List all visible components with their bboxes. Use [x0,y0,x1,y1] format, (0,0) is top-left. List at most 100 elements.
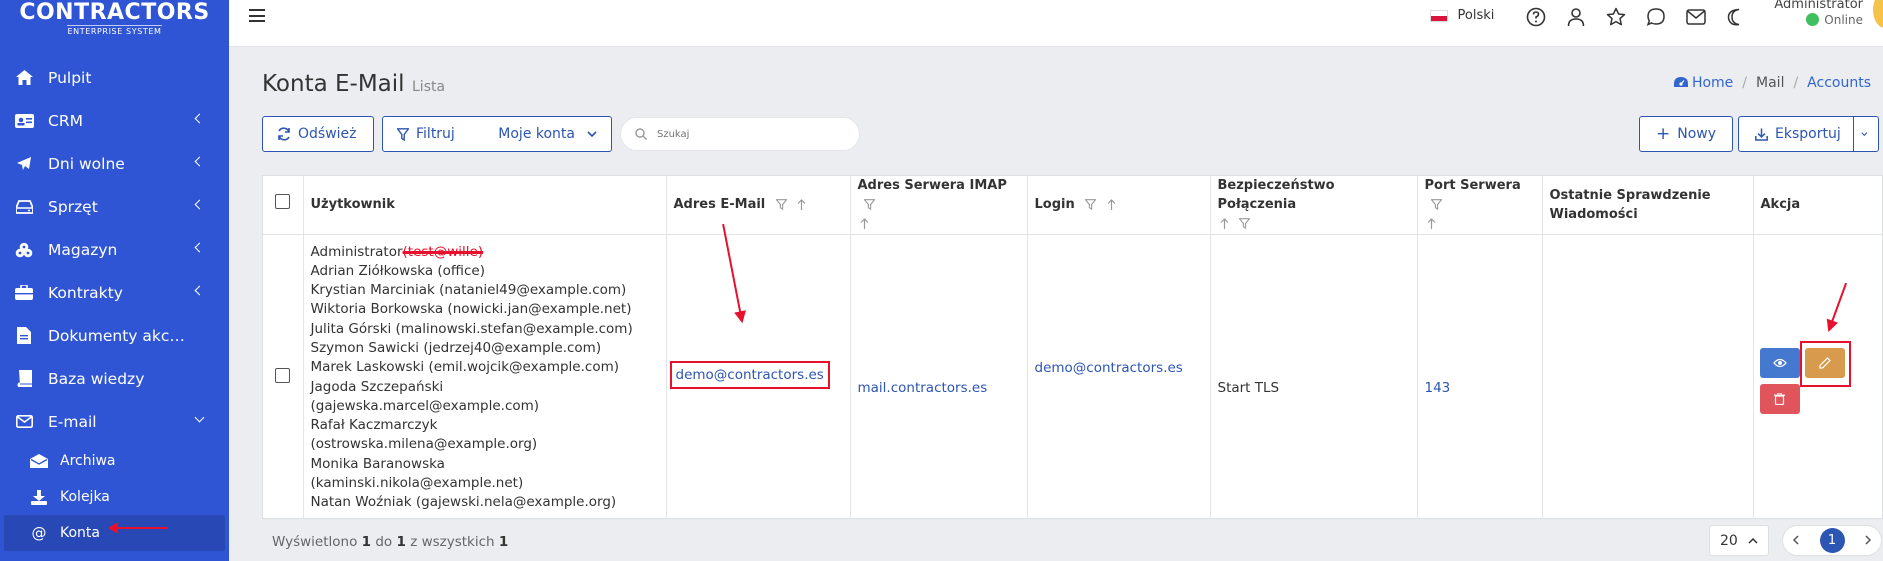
user-profile-icon[interactable] [1556,2,1596,32]
col-header-port[interactable]: Port Serwera [1417,176,1543,235]
at-icon: @ [31,524,47,542]
filter-icon[interactable] [775,199,787,211]
sidebar-item-label: Dokumenty akceptacji [48,326,222,345]
avatar[interactable] [1873,0,1883,28]
polish-flag-icon [1429,9,1448,22]
cell-port: 143 [1417,234,1543,518]
logo-tagline: ENTERPRISE SYSTEM [67,25,162,36]
view-button[interactable] [1759,347,1800,378]
sort-arrow-up-icon[interactable] [1427,218,1436,230]
sidebar-item-pulpit[interactable]: Pulpit [0,56,229,99]
star-icon[interactable] [1596,2,1636,32]
page-size-select[interactable]: 20 [1709,525,1769,556]
my-accounts-dropdown[interactable]: Moje konta [488,117,611,151]
file-icon [14,327,34,345]
chat-icon[interactable] [1636,2,1676,32]
filter-icon[interactable] [1239,218,1251,230]
annotation-arrow-konta [108,522,168,534]
sidebar-item-baza-wiedzy[interactable]: Baza wiedzy [0,357,229,400]
list-item: Monika Baranowska [310,455,445,472]
chevron-down-icon [587,131,597,137]
edit-button[interactable] [1804,347,1845,378]
cell-login: demo@contractors.es [1027,234,1211,518]
sidebar-item-magazyn[interactable]: Magazyn [0,228,229,271]
sidebar-item-label: Konta [60,525,100,541]
row-checkbox[interactable] [275,368,291,384]
new-label: Nowy [1677,126,1717,142]
export-label: Eksportuj [1775,126,1841,142]
port-link[interactable]: 143 [1425,380,1451,396]
search-box [620,117,860,151]
list-item: (gajewska.marcel@example.com) [310,397,540,414]
dashboard-icon [1673,77,1688,87]
envelope-icon [14,413,34,431]
imap-server-link[interactable]: mail.contractors.es [858,380,988,396]
sidebar-item-archiwa[interactable]: Archiwa [0,443,229,479]
select-all-checkbox[interactable] [275,194,291,210]
help-icon[interactable] [1516,2,1556,32]
cell-users: Administrator(test@wille) Adrian Ziółkow… [303,234,667,518]
next-page-button[interactable] [1865,534,1872,548]
list-item: Szymon Sawicki (jedrzej40@example.com) [310,339,602,356]
sort-arrow-up-icon[interactable] [1220,218,1229,230]
delete-button[interactable] [1759,383,1800,414]
refresh-button[interactable]: Odśwież [262,116,374,152]
refresh-icon [277,127,291,141]
filter-button[interactable]: Filtruj [383,117,469,151]
export-button[interactable]: Eksportuj [1738,116,1879,152]
filter-icon[interactable] [863,199,875,211]
hdd-icon [14,198,34,216]
book-icon [14,370,34,388]
email-submenu: Archiwa Kolejka @ Konta [0,443,229,551]
breadcrumb-home[interactable]: Home [1692,75,1733,91]
sidebar-item-crm[interactable]: CRM [0,99,229,142]
page-subtitle: Lista [412,79,446,95]
topbar-actions: Polski Administrator Online [1429,0,1883,47]
prev-page-button[interactable] [1792,534,1799,548]
sort-arrow-up-icon[interactable] [1107,199,1116,211]
cell-imap: mail.contractors.es [850,234,1028,518]
table-row: Administrator(test@wille) Adrian Ziółkow… [263,234,1882,518]
sidebar-item-email[interactable]: E-mail [0,400,229,443]
sidebar-item-sprzet[interactable]: Sprzęt [0,185,229,228]
filter-icon[interactable] [1430,199,1442,211]
user-status: Online [1774,13,1863,27]
col-header-security[interactable]: Bezpieczeństwo Połączenia [1210,176,1418,235]
col-header-user[interactable]: Użytkownik [303,176,667,235]
col-header-email[interactable]: Adres E-Mail [666,176,851,235]
new-button[interactable]: + Nowy [1639,116,1733,152]
language-selector[interactable]: Polski [1429,8,1494,23]
mail-icon[interactable] [1676,2,1716,32]
search-input[interactable] [657,128,837,140]
filter-group: Filtruj Moje konta [382,116,612,152]
moon-icon[interactable] [1716,2,1756,32]
breadcrumb-mail[interactable]: Mail [1756,75,1784,91]
filter-icon[interactable] [1085,199,1097,211]
list-item: Natan Woźniak (gajewski.nela@example.org… [310,494,617,511]
page-button-current[interactable]: 1 [1819,528,1845,553]
chevron-down-icon [1861,132,1868,137]
home-icon [14,69,34,87]
sidebar-item-dokumenty[interactable]: Dokumenty akceptacji [0,314,229,357]
sort-arrow-up-icon[interactable] [860,218,869,230]
sort-arrow-up-icon[interactable] [797,199,806,211]
my-accounts-label: Moje konta [498,126,575,142]
login-link[interactable]: demo@contractors.es [1035,360,1183,376]
sidebar-item-kolejka[interactable]: Kolejka [0,479,229,515]
sidebar: CONTRACTORS ENTERPRISE SYSTEM Pulpit CRM… [0,0,229,561]
topbar: Polski Administrator Online [229,0,1883,47]
id-card-icon [14,112,34,130]
logo[interactable]: CONTRACTORS ENTERPRISE SYSTEM [0,0,229,44]
email-link[interactable]: demo@contractors.es [676,367,824,383]
redacted-text: (test@wille) [402,243,484,260]
cell-email: demo@contractors.es [666,234,851,518]
breadcrumb-accounts[interactable]: Accounts [1807,75,1871,91]
hamburger-menu-icon[interactable] [249,9,265,22]
sidebar-item-dni-wolne[interactable]: Dni wolne [0,142,229,185]
user-menu[interactable]: Administrator Online [1774,0,1883,28]
sidebar-item-kontrakty[interactable]: Kontrakty [0,271,229,314]
cell-last-check [1542,234,1754,518]
col-header-login[interactable]: Login [1027,176,1211,235]
user-status-label: Online [1824,12,1863,27]
col-header-imap[interactable]: Adres Serwera IMAP [850,176,1028,235]
